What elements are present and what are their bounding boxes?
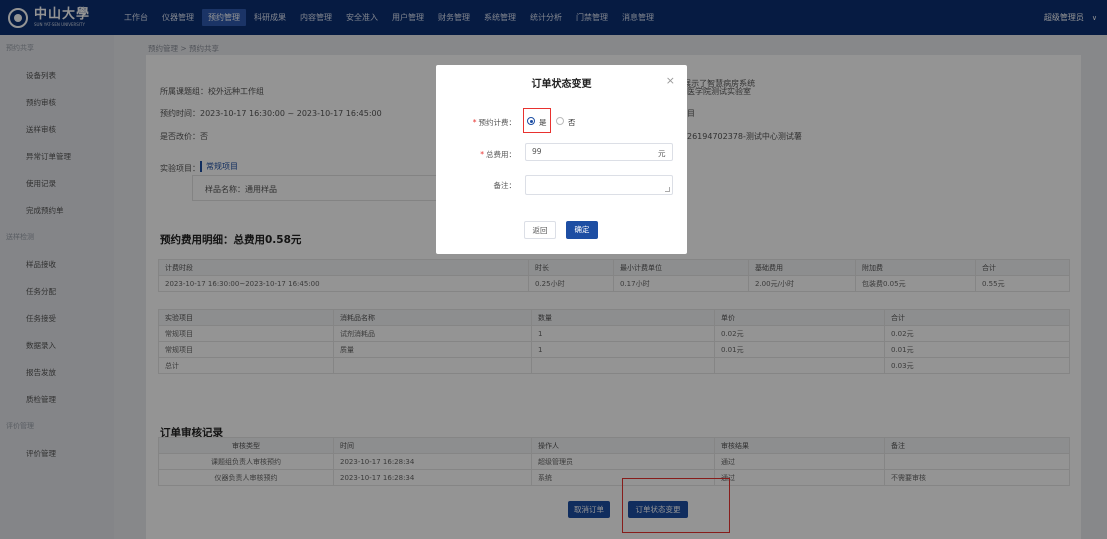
total-fee-input[interactable]: 99: [525, 143, 673, 161]
total-fee-label: * 总费用：: [480, 150, 516, 159]
close-icon[interactable]: ×: [666, 74, 675, 87]
dialog-title: 订单状态变更: [531, 79, 592, 90]
note-textarea[interactable]: [525, 175, 673, 195]
highlight-billing-yes: [523, 108, 551, 133]
note-label: 备注：: [493, 181, 517, 190]
billing-no-label[interactable]: 否: [568, 117, 576, 128]
billing-label: * 预约计费：: [472, 118, 516, 127]
back-button[interactable]: 返回: [524, 221, 556, 239]
status-change-dialog: 订单状态变更 × * 预约计费： 是 否 * 总费用： 99 元 备注： 返回 确定: [436, 65, 687, 254]
total-fee-unit: 元: [658, 149, 666, 158]
resize-handle-icon[interactable]: [665, 187, 670, 192]
billing-no-radio[interactable]: [556, 117, 564, 125]
confirm-button[interactable]: 确定: [566, 221, 598, 239]
